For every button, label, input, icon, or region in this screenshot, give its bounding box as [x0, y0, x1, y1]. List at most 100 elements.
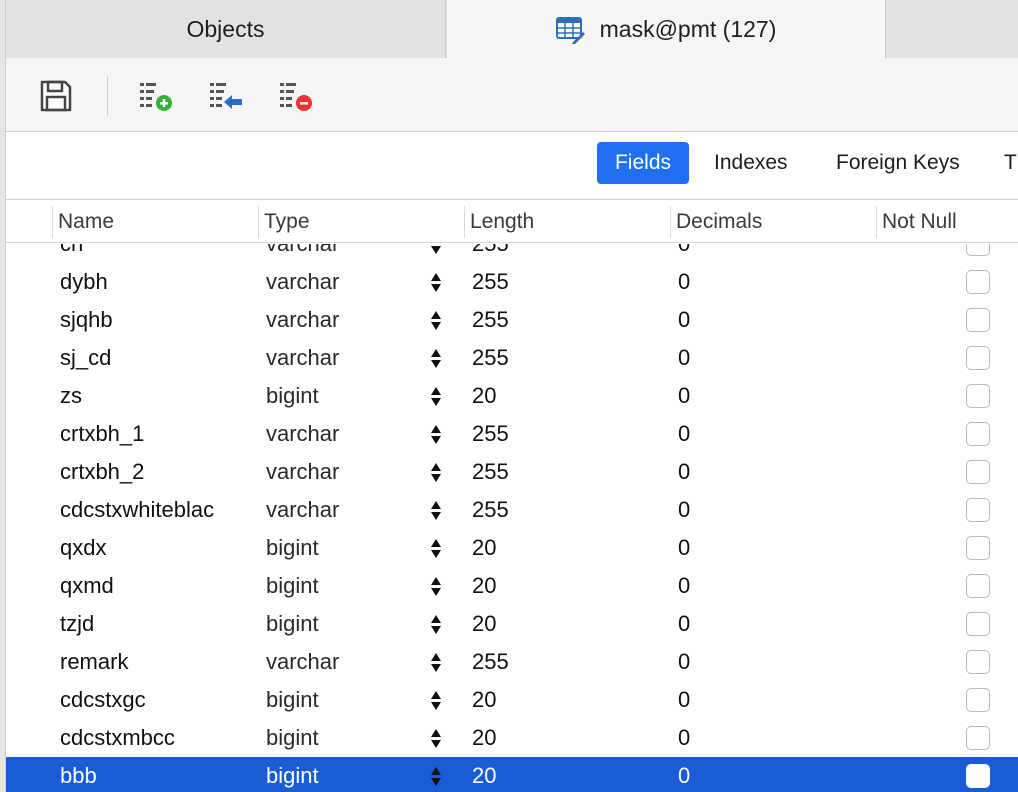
- not-null-checkbox[interactable]: [966, 574, 990, 598]
- not-null-checkbox[interactable]: [966, 688, 990, 712]
- field-decimals[interactable]: 0: [678, 757, 828, 792]
- not-null-checkbox[interactable]: [966, 422, 990, 446]
- field-name[interactable]: qxmd: [60, 567, 250, 605]
- field-type[interactable]: varchar: [266, 491, 426, 529]
- tab-objects[interactable]: Objects: [6, 0, 446, 58]
- type-stepper[interactable]: [429, 491, 443, 529]
- table-row[interactable]: zs bigint 20 0: [6, 377, 1018, 415]
- not-null-checkbox[interactable]: [966, 244, 990, 256]
- field-length[interactable]: 255: [472, 491, 622, 529]
- table-row[interactable]: cdcstxgc bigint 20 0: [6, 681, 1018, 719]
- field-decimals[interactable]: 0: [678, 529, 828, 567]
- field-length[interactable]: 20: [472, 567, 622, 605]
- type-stepper[interactable]: [429, 719, 443, 757]
- table-row[interactable]: cn varchar 255 0: [6, 244, 1018, 263]
- field-name[interactable]: sjqhb: [60, 301, 250, 339]
- field-decimals[interactable]: 0: [678, 453, 828, 491]
- field-length[interactable]: 20: [472, 757, 622, 792]
- field-type[interactable]: bigint: [266, 681, 426, 719]
- not-null-checkbox[interactable]: [966, 270, 990, 294]
- not-null-checkbox[interactable]: [966, 726, 990, 750]
- field-type[interactable]: bigint: [266, 719, 426, 757]
- table-row[interactable]: sjqhb varchar 255 0: [6, 301, 1018, 339]
- table-row[interactable]: remark varchar 255 0: [6, 643, 1018, 681]
- field-type[interactable]: varchar: [266, 263, 426, 301]
- type-stepper[interactable]: [429, 643, 443, 681]
- table-row[interactable]: sj_cd varchar 255 0: [6, 339, 1018, 377]
- column-header-length[interactable]: Length: [464, 200, 670, 243]
- field-decimals[interactable]: 0: [678, 244, 828, 263]
- table-row[interactable]: crtxbh_2 varchar 255 0: [6, 453, 1018, 491]
- field-name[interactable]: bbb: [60, 757, 250, 792]
- field-type[interactable]: varchar: [266, 301, 426, 339]
- field-length[interactable]: 255: [472, 453, 622, 491]
- field-decimals[interactable]: 0: [678, 719, 828, 757]
- field-decimals[interactable]: 0: [678, 681, 828, 719]
- field-decimals[interactable]: 0: [678, 605, 828, 643]
- field-type[interactable]: varchar: [266, 453, 426, 491]
- table-row[interactable]: crtxbh_1 varchar 255 0: [6, 415, 1018, 453]
- field-type[interactable]: varchar: [266, 415, 426, 453]
- field-decimals[interactable]: 0: [678, 301, 828, 339]
- column-header-not-null[interactable]: Not Null: [876, 200, 1018, 243]
- field-name[interactable]: sj_cd: [60, 339, 250, 377]
- not-null-checkbox[interactable]: [966, 612, 990, 636]
- field-type[interactable]: bigint: [266, 377, 426, 415]
- not-null-checkbox[interactable]: [966, 308, 990, 332]
- field-length[interactable]: 255: [472, 415, 622, 453]
- not-null-checkbox[interactable]: [966, 498, 990, 522]
- field-length[interactable]: 255: [472, 263, 622, 301]
- delete-field-button[interactable]: [276, 78, 316, 118]
- not-null-checkbox[interactable]: [966, 384, 990, 408]
- not-null-checkbox[interactable]: [966, 650, 990, 674]
- field-length[interactable]: 255: [472, 301, 622, 339]
- table-row[interactable]: cdcstxmbcc bigint 20 0: [6, 719, 1018, 757]
- table-row[interactable]: qxdx bigint 20 0: [6, 529, 1018, 567]
- field-length[interactable]: 255: [472, 244, 622, 263]
- field-type[interactable]: bigint: [266, 529, 426, 567]
- field-decimals[interactable]: 0: [678, 377, 828, 415]
- table-row[interactable]: dybh varchar 255 0: [6, 263, 1018, 301]
- insert-field-button[interactable]: [206, 78, 246, 118]
- field-length[interactable]: 255: [472, 339, 622, 377]
- type-stepper[interactable]: [429, 453, 443, 491]
- field-name[interactable]: qxdx: [60, 529, 250, 567]
- save-button[interactable]: [36, 78, 76, 118]
- field-type[interactable]: varchar: [266, 244, 426, 263]
- table-row[interactable]: bbb bigint 20 0: [6, 757, 1018, 792]
- field-decimals[interactable]: 0: [678, 643, 828, 681]
- field-name[interactable]: remark: [60, 643, 250, 681]
- column-header-name[interactable]: Name: [52, 200, 258, 243]
- field-decimals[interactable]: 0: [678, 339, 828, 377]
- field-decimals[interactable]: 0: [678, 491, 828, 529]
- tab-foreign-keys[interactable]: Foreign Keys: [822, 142, 974, 184]
- field-length[interactable]: 20: [472, 529, 622, 567]
- type-stepper[interactable]: [429, 377, 443, 415]
- not-null-checkbox[interactable]: [966, 536, 990, 560]
- type-stepper[interactable]: [429, 529, 443, 567]
- field-type[interactable]: bigint: [266, 757, 426, 792]
- field-length[interactable]: 20: [472, 605, 622, 643]
- field-decimals[interactable]: 0: [678, 415, 828, 453]
- field-name[interactable]: cdcstxwhiteblac: [60, 491, 250, 529]
- add-field-button[interactable]: [136, 78, 176, 118]
- table-row[interactable]: tzjd bigint 20 0: [6, 605, 1018, 643]
- field-length[interactable]: 255: [472, 643, 622, 681]
- table-row[interactable]: cdcstxwhiteblac varchar 255 0: [6, 491, 1018, 529]
- field-name[interactable]: cn: [60, 244, 250, 263]
- column-header-decimals[interactable]: Decimals: [670, 200, 876, 243]
- tab-indexes[interactable]: Indexes: [700, 142, 802, 184]
- type-stepper[interactable]: [429, 301, 443, 339]
- not-null-checkbox[interactable]: [966, 460, 990, 484]
- field-name[interactable]: tzjd: [60, 605, 250, 643]
- field-decimals[interactable]: 0: [678, 567, 828, 605]
- type-stepper[interactable]: [429, 339, 443, 377]
- type-stepper[interactable]: [429, 757, 443, 792]
- field-length[interactable]: 20: [472, 681, 622, 719]
- type-stepper[interactable]: [429, 567, 443, 605]
- not-null-checkbox[interactable]: [966, 346, 990, 370]
- field-length[interactable]: 20: [472, 377, 622, 415]
- type-stepper[interactable]: [429, 263, 443, 301]
- not-null-checkbox[interactable]: [966, 764, 990, 788]
- column-header-type[interactable]: Type: [258, 200, 464, 243]
